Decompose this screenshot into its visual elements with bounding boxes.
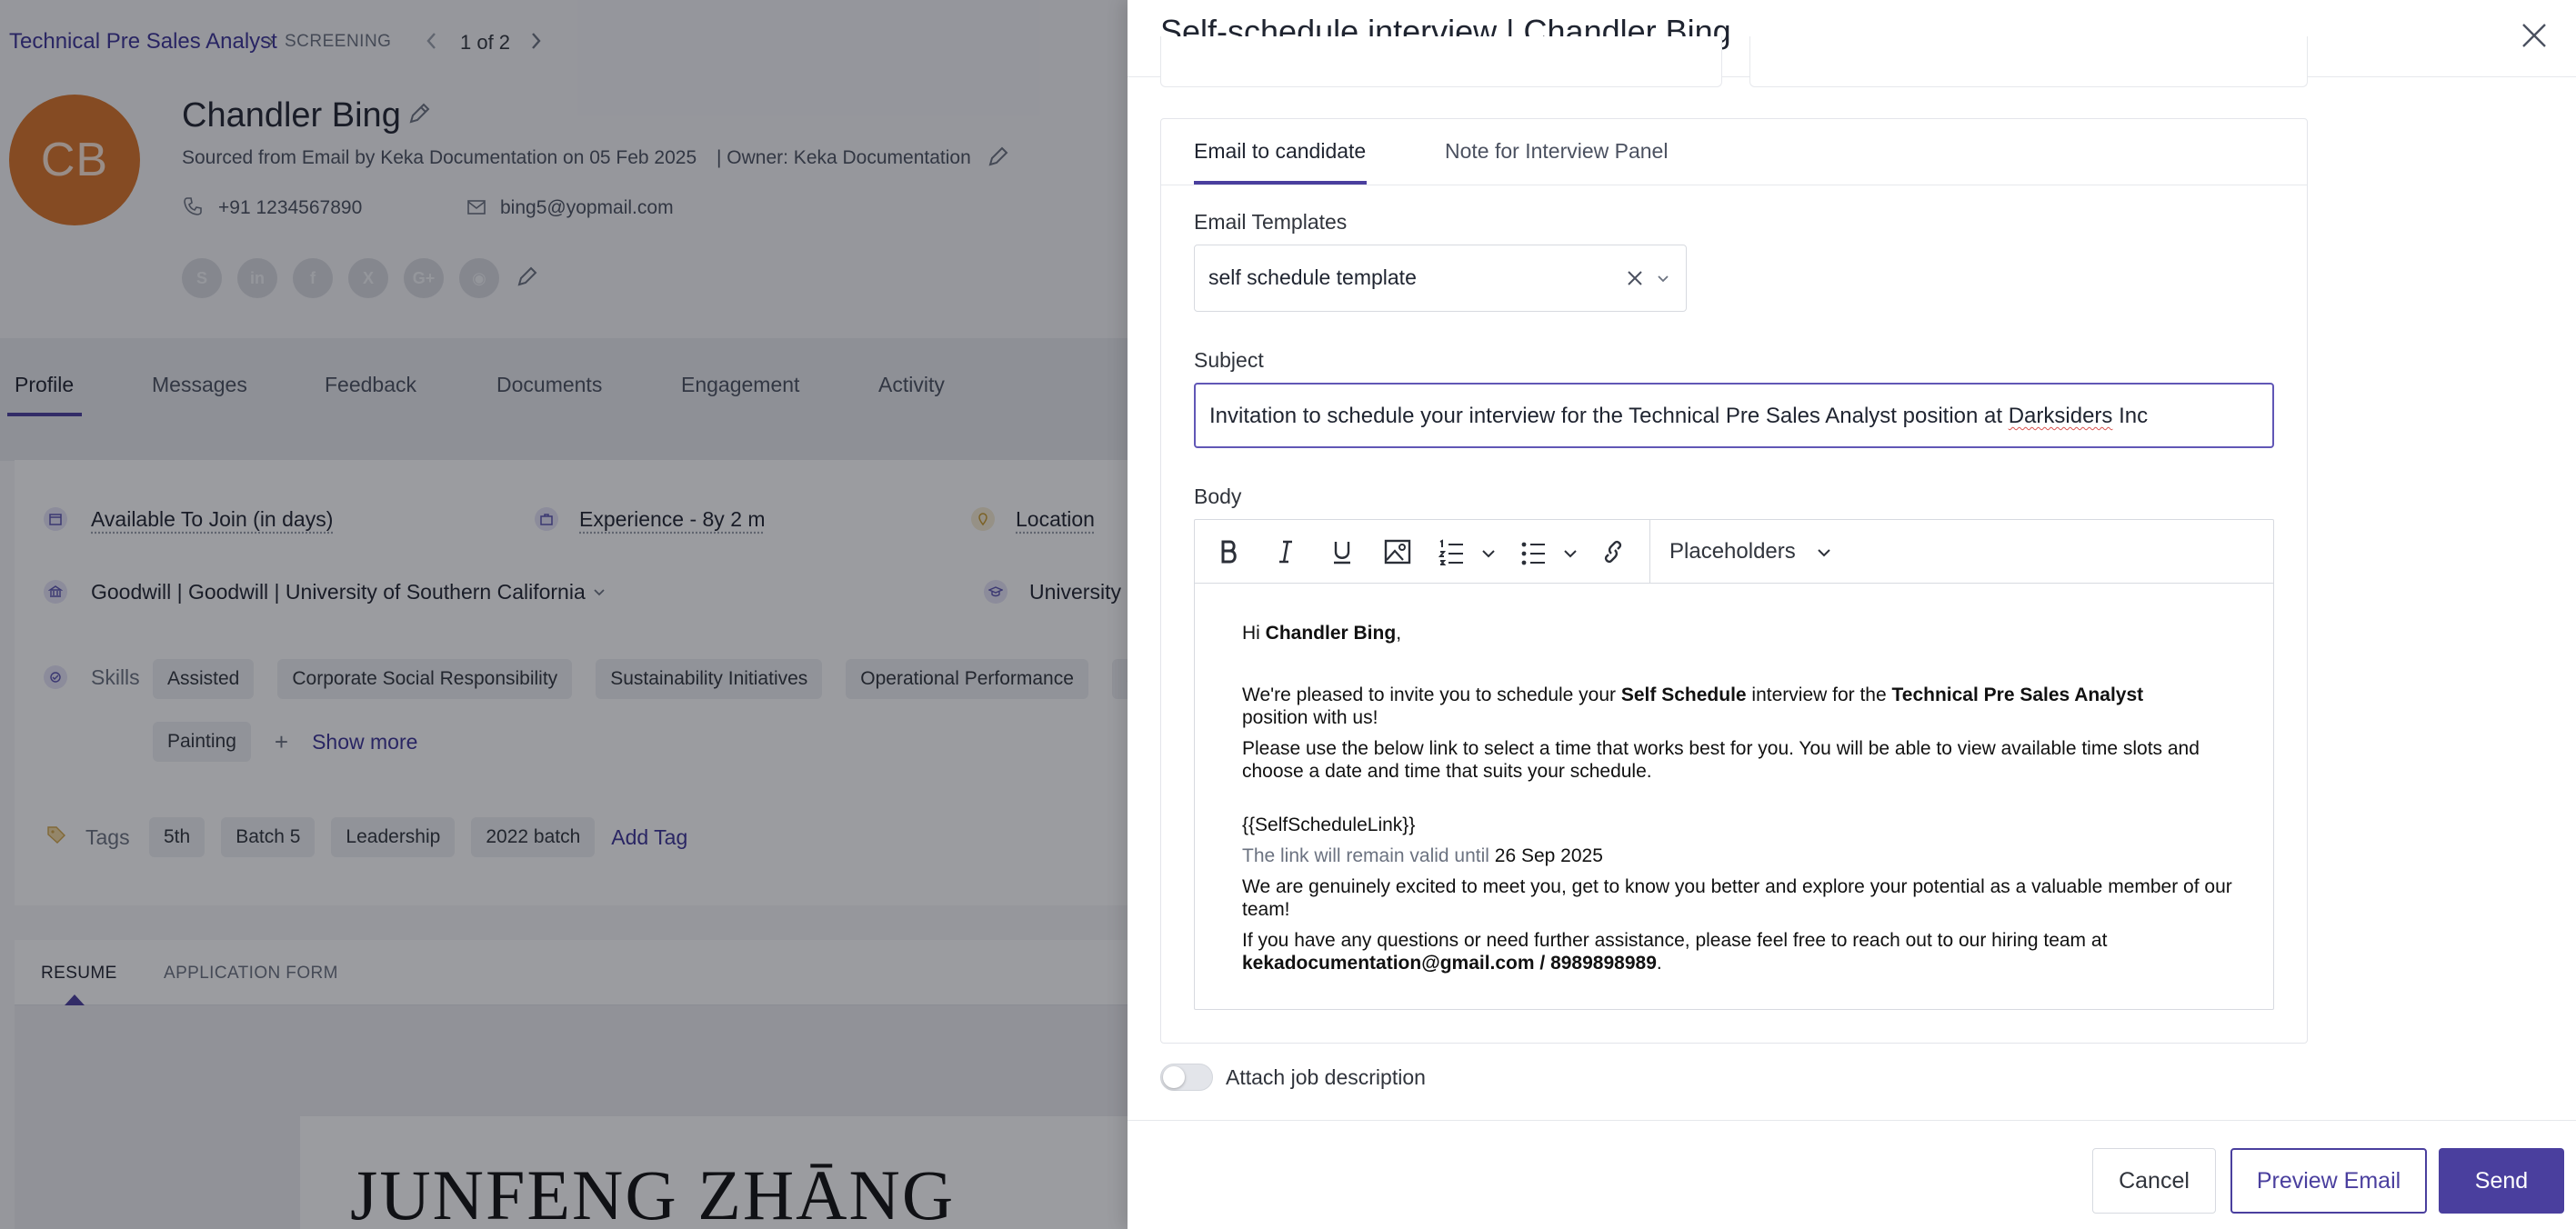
bulleted-list-icon[interactable] (1515, 534, 1551, 570)
toolbar-divider (1649, 520, 1650, 584)
email-template-value: self schedule template (1208, 265, 1417, 289)
body-label: Body (1194, 485, 1242, 508)
chevron-down-icon[interactable] (1815, 544, 1833, 562)
chevron-down-icon[interactable] (1655, 270, 1671, 286)
send-button[interactable]: Send (2439, 1148, 2564, 1214)
email-template-select[interactable]: self schedule template (1194, 245, 1687, 312)
cancel-button[interactable]: Cancel (2092, 1148, 2216, 1214)
greeting-line: Hi Chandler Bing, (1242, 623, 1402, 644)
contact-paragraph: If you have any questions or need furthe… (1242, 930, 2108, 974)
tab-note-for-interview-panel[interactable]: Note for Interview Panel (1445, 139, 1668, 164)
attach-jd-label: Attach job description (1226, 1065, 1426, 1089)
modal-overlay[interactable] (0, 0, 1128, 1229)
bold-icon[interactable] (1211, 534, 1248, 570)
editor-toolbar: Placeholders (1195, 520, 2273, 584)
subject-input[interactable]: Invitation to schedule your interview fo… (1194, 383, 2274, 448)
link-icon[interactable] (1595, 534, 1631, 570)
toggle-knob (1163, 1066, 1185, 1088)
attach-jd-toggle[interactable] (1160, 1064, 1213, 1091)
email-composer-card: Email to candidate Note for Interview Pa… (1160, 118, 2308, 1044)
clear-icon[interactable] (1624, 267, 1646, 289)
tab-email-to-candidate[interactable]: Email to candidate (1194, 139, 1366, 164)
excitement-paragraph: We are genuinely excited to meet you, ge… (1242, 876, 2232, 920)
underline-icon[interactable] (1324, 534, 1360, 570)
italic-icon[interactable] (1268, 534, 1304, 570)
partial-field-right[interactable] (1749, 36, 2308, 87)
image-icon[interactable] (1379, 534, 1416, 570)
placeholders-dropdown[interactable]: Placeholders (1669, 539, 1796, 565)
close-icon[interactable] (2519, 20, 2550, 51)
self-schedule-drawer: Self-schedule interview | Chandler Bing … (1128, 0, 2576, 1229)
drawer-footer: Cancel Preview Email Send (1128, 1120, 2576, 1229)
subject-label: Subject (1194, 348, 1264, 372)
numbered-list-icon[interactable] (1433, 534, 1469, 570)
email-templates-label: Email Templates (1194, 210, 1348, 234)
email-body-content[interactable]: Hi Chandler Bing, We're pleased to invit… (1242, 622, 2242, 974)
self-schedule-link-placeholder: {{SelfScheduleLink}} (1242, 814, 1416, 835)
chevron-down-icon[interactable] (1480, 545, 1497, 562)
link-validity: The link will remain valid until 26 Sep … (1242, 845, 1603, 866)
chevron-down-icon[interactable] (1562, 545, 1579, 562)
invite-paragraph: We're pleased to invite you to schedule … (1242, 684, 2144, 728)
preview-email-button[interactable]: Preview Email (2230, 1148, 2427, 1214)
partial-field-left[interactable] (1160, 36, 1722, 87)
body-editor[interactable]: Placeholders Hi Chandler Bing, We're ple… (1194, 519, 2274, 1010)
subject-value: Invitation to schedule your interview fo… (1209, 404, 2149, 428)
instructions-paragraph: Please use the below link to select a ti… (1242, 738, 2200, 782)
